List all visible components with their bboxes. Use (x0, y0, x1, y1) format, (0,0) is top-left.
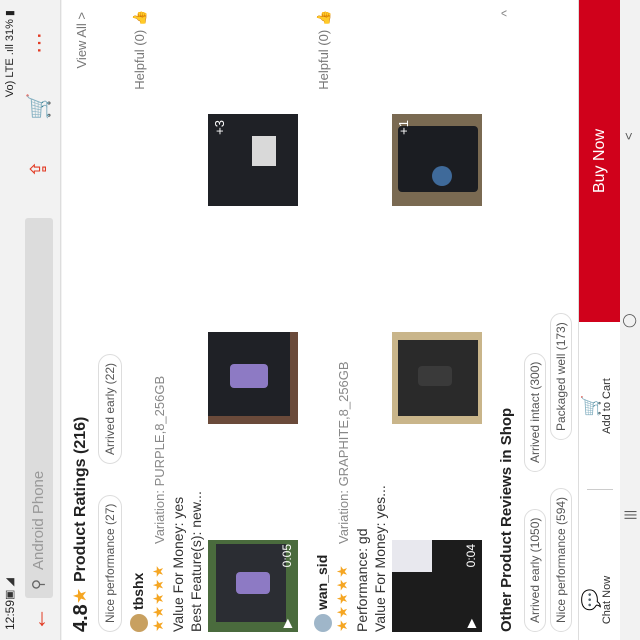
thumbs-up-icon: 👍 (132, 10, 147, 27)
chevron-up-icon[interactable]: ^ (498, 10, 514, 17)
more-menu-icon[interactable]: ⋯ (26, 30, 52, 56)
nav-back-icon[interactable]: < (621, 132, 636, 140)
ratings-title: Product Ratings (216) (72, 416, 89, 582)
review-photo-thumb[interactable]: +1 (392, 114, 482, 206)
rating-score: 4.8 (70, 604, 92, 632)
review-photo-thumb[interactable] (392, 332, 482, 424)
status-right: Vo) LTE .ıll 31% ▮ (3, 10, 16, 97)
reviewer-name: tbshx (130, 572, 146, 610)
status-time: 12:59 (3, 599, 17, 630)
video-duration: 0:04 (464, 544, 478, 568)
avatar (130, 614, 148, 632)
review-video-thumb[interactable]: ▶ 0:05 (208, 540, 298, 632)
cart-icon[interactable]: 🛒 (26, 93, 52, 120)
view-all-link[interactable]: View All > (74, 12, 89, 69)
status-bar: 12:59 ▣ ◢ Vo) LTE .ıll 31% ▮ (0, 0, 20, 640)
add-cart-icon: 🛒 (581, 394, 601, 418)
helpful-label: Helpful (0) (316, 29, 331, 90)
filter-chip-nice-performance[interactable]: Nice performance (27) (98, 494, 122, 632)
search-icon: ⚲ (30, 579, 47, 590)
review-item: tbshx Helpful (0) 👍 ★★★★★ Variation: PUR… (128, 0, 308, 640)
video-duration: 0:05 (280, 544, 294, 568)
review-variation: Variation: PURPLE,8_256GB (152, 375, 167, 544)
add-to-cart-label: Add to Cart (601, 378, 613, 434)
helpful-button[interactable]: Helpful (0) 👍 (132, 10, 148, 90)
signal-icon: Vo) LTE .ıll (4, 44, 16, 98)
review-video-thumb[interactable]: ▶ 0:04 (392, 540, 482, 632)
chat-now-button[interactable]: 💬 Chat Now (581, 560, 619, 640)
search-input[interactable]: ⚲ Android Phone (25, 218, 53, 598)
review-photo-thumb[interactable]: +3 (208, 114, 298, 206)
other-chip-packaged-well[interactable]: Packaged well (173) (550, 313, 572, 440)
other-chip-nice-performance[interactable]: Nice performance (594) (550, 487, 572, 632)
other-chip-arrived-early[interactable]: Arrived early (1050) (524, 508, 546, 632)
more-photos-count: +3 (212, 120, 227, 135)
recents-icon[interactable]: ||| (622, 510, 637, 520)
phone-screen: 12:59 ▣ ◢ Vo) LTE .ıll 31% ▮ ← ⚲ Android… (0, 0, 640, 640)
share-icon[interactable]: ⇪ (26, 156, 52, 182)
back-arrow-icon[interactable]: ← (25, 606, 52, 632)
more-photos-count: +1 (396, 120, 411, 135)
review-line: Value For Money: yes... (372, 485, 388, 632)
rating-star-icon: ★ (70, 587, 90, 604)
review-item: wan_sid Helpful (0) 👍 ★★★★★ Variation: G… (312, 0, 492, 640)
bottom-action-bar: 💬 Chat Now 🛒 Add to Cart Buy Now (578, 0, 621, 640)
review-stars: ★★★★★ (334, 564, 350, 632)
home-icon[interactable]: ◯ (621, 313, 637, 328)
buy-now-button[interactable]: Buy Now (579, 0, 621, 322)
chat-icon: 💬 (581, 588, 601, 612)
phone-box-image (392, 332, 482, 424)
thumbs-up-icon: 👍 (316, 10, 331, 27)
divider (587, 489, 613, 490)
video-icon: ▶ (280, 618, 294, 628)
review-line: Performance: gd (354, 528, 370, 633)
status-notification-icons: ▣ ◢ (4, 578, 16, 600)
other-reviews-title: Other Product Reviews in Shop (498, 407, 515, 632)
system-nav-bar: ||| ◯ < (620, 0, 640, 640)
chat-now-label: Chat Now (601, 575, 613, 625)
avatar (314, 614, 332, 632)
other-chip-arrived-intact[interactable]: Arrived intact (300) (524, 352, 546, 472)
review-photo-thumb[interactable] (208, 332, 298, 424)
top-bar: ← ⚲ Android Phone ⇪ 🛒 ⋯ (20, 0, 61, 640)
add-to-cart-button[interactable]: 🛒 Add to Cart (581, 366, 619, 446)
helpful-label: Helpful (0) (132, 29, 147, 90)
filter-chip-arrived-early[interactable]: Arrived early (22) (98, 353, 122, 464)
review-line: Best Feature(s): new... (188, 491, 204, 632)
battery-level: 31% (4, 19, 16, 42)
reviews-content: 4.8 ★ Product Ratings (216) View All > N… (62, 0, 578, 640)
review-variation: Variation: GRAPHITE,8_256GB (336, 361, 351, 544)
reviewer-name: wan_sid (314, 554, 330, 610)
video-icon: ▶ (464, 618, 478, 628)
battery-icon: ▮ (4, 10, 16, 17)
phone-box-image (208, 332, 298, 424)
helpful-button[interactable]: Helpful (0) 👍 (316, 10, 332, 90)
review-stars: ★★★★★ (150, 564, 166, 632)
search-placeholder: Android Phone (30, 470, 47, 570)
review-line: Value For Money: yes (170, 496, 186, 632)
